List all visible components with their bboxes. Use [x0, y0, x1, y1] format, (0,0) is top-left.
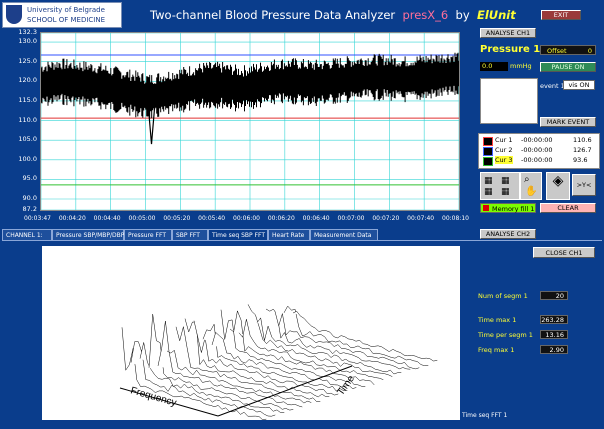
y-tick-label: 90.0 [22, 194, 37, 202]
y-tick-label: 95.0 [22, 174, 37, 183]
x-tick-label: 00:04:20 [58, 215, 86, 222]
x-tick-label: 00:07:20 [372, 215, 400, 222]
x-tick-label: 00:05:40 [198, 215, 226, 222]
y-tick-label: 120.0 [18, 76, 37, 85]
logo-line2: SCHOOL OF MEDICINE [27, 16, 106, 24]
fft-3d-plot-svg: Frequency Time [119, 304, 438, 420]
x-tick-label: 00:06:20 [267, 215, 295, 222]
x-tick-label: 00:05:20 [163, 215, 191, 222]
event-label: event 1 [540, 82, 565, 90]
zoom-icon[interactable]: ⌕ [524, 174, 530, 185]
cursor-name: Cur 1 [495, 136, 513, 144]
pressure-chart-svg [40, 32, 460, 211]
cursor-value: 110.6 [573, 136, 592, 144]
title-author: ElUnit [476, 8, 516, 22]
stat-label: Time per segm 1 [478, 331, 533, 339]
y-tick-label: 100.0 [18, 154, 37, 163]
x-tick-label: 00:08:10 [442, 215, 469, 222]
cursor-time: -00:00:00 [521, 146, 553, 154]
x-tick-label: 00:07:40 [407, 215, 435, 222]
memory-label: Memory fill 1 [492, 205, 535, 213]
grid-tool3-icon[interactable]: ▦ [484, 187, 493, 197]
pressure-label: Pressure 1 [480, 44, 541, 55]
navigation-diamond-icon[interactable]: ◈ [546, 172, 570, 200]
memory-led-icon [483, 205, 489, 211]
x-tick-label: 00:06:00 [233, 215, 260, 222]
university-logo: University of Belgrade SCHOOL OF MEDICIN… [2, 2, 122, 28]
cursor-value: 126.7 [573, 146, 592, 154]
fft-3d-plot[interactable]: Frequency Time [42, 246, 460, 420]
cursor-name: Cur 2 [495, 146, 513, 154]
stat-value: 263.28 [540, 315, 568, 324]
stat-label: Time max 1 [478, 316, 517, 324]
cursor-row[interactable]: Cur 1 -00:00:00 110.6 [481, 136, 597, 146]
cursor-tool-palette[interactable]: ▦ ▦ ▦ ▦ [480, 172, 520, 200]
event-select[interactable]: vis ON [563, 80, 595, 90]
app-title: Two-channel Blood Pressure Data Analyzer… [150, 8, 516, 22]
y-tick-label: 110.0 [18, 115, 37, 124]
cursor-row[interactable]: Cur 2 -00:00:00 126.7 [481, 146, 597, 156]
logo-line1: University of Belgrade [27, 6, 105, 14]
y-tick-label: 115.0 [18, 95, 37, 104]
mark-event-button[interactable]: MARK EVENT [540, 117, 596, 127]
x-tick-label: 00:03:47 [24, 215, 51, 222]
x-tick-label: 00:04:40 [93, 215, 121, 222]
offset-label: Offset [547, 47, 567, 55]
event-display [480, 78, 538, 124]
cursor-table: Cur 1 -00:00:00 110.6 Cur 2 -00:00:00 126.7 Cu… [478, 133, 600, 169]
y-tick-label: 130.0 [18, 37, 37, 46]
offset-field[interactable]: Offset 0 [540, 45, 596, 55]
x-tick-label: 00:07:00 [337, 215, 365, 222]
pause-button[interactable]: PAUSE ON [540, 62, 596, 72]
stat-label: Num of segm 1 [478, 292, 528, 300]
pan-hand-icon[interactable]: ✋ [525, 186, 537, 197]
cursor-color-icon [483, 157, 493, 166]
title-version: presX_6 [402, 8, 449, 22]
title-by: by [455, 8, 470, 22]
pressure-value: 0.0 [480, 62, 508, 71]
y-tick-label: 105.0 [18, 135, 37, 144]
title-main: Two-channel Blood Pressure Data Analyzer [150, 8, 396, 22]
cursor-time: -00:00:00 [521, 136, 553, 144]
stat-label: Freq max 1 [478, 346, 515, 354]
analyse-ch1-button[interactable]: ANALYSE CH1 [480, 28, 536, 38]
stat-value: 20 [540, 291, 568, 300]
analyse-ch2-button[interactable]: ANALYSE CH2 [480, 229, 536, 239]
clear-button[interactable]: CLEAR [540, 203, 596, 213]
memory-indicator: Memory fill 1 [480, 203, 536, 213]
fft-caption: Time seq FFT 1 [462, 412, 508, 419]
close-ch1-button[interactable]: CLOSE CH1 [533, 247, 595, 258]
crest-icon [6, 5, 22, 24]
grid-tool4-icon[interactable]: ▦ [501, 187, 510, 197]
grid-tool-icon[interactable]: ▦ [484, 176, 493, 186]
y-tick-label: 132.3 [18, 28, 37, 36]
pressure-unit: mmHg [510, 62, 532, 70]
cursor-row[interactable]: Cur 3 -00:00:00 93.6 [481, 156, 597, 166]
exit-button[interactable]: EXIT [541, 10, 581, 20]
y-tick-label: 125.0 [18, 56, 37, 65]
offset-value: 0 [587, 47, 592, 55]
zoom-tools[interactable]: ⌕ ✋ [520, 172, 542, 200]
stat-value: 2.90 [540, 345, 568, 354]
cursor-name: Cur 3 [495, 156, 513, 164]
x-tick-label: 00:05:00 [128, 215, 156, 222]
grid-tool2-icon[interactable]: ▦ [501, 176, 510, 186]
zoom-y-button[interactable]: >Y< [572, 174, 596, 196]
cursor-time: -00:00:00 [521, 156, 553, 164]
stat-value: 13.16 [540, 330, 568, 339]
x-tick-label: 00:06:40 [302, 215, 330, 222]
cursor-color-icon [483, 137, 493, 146]
y-tick-label: 87.2 [22, 205, 37, 213]
cursor-color-icon [483, 147, 493, 156]
pressure-chart[interactable] [40, 32, 460, 211]
cursor-value: 93.6 [573, 156, 588, 164]
